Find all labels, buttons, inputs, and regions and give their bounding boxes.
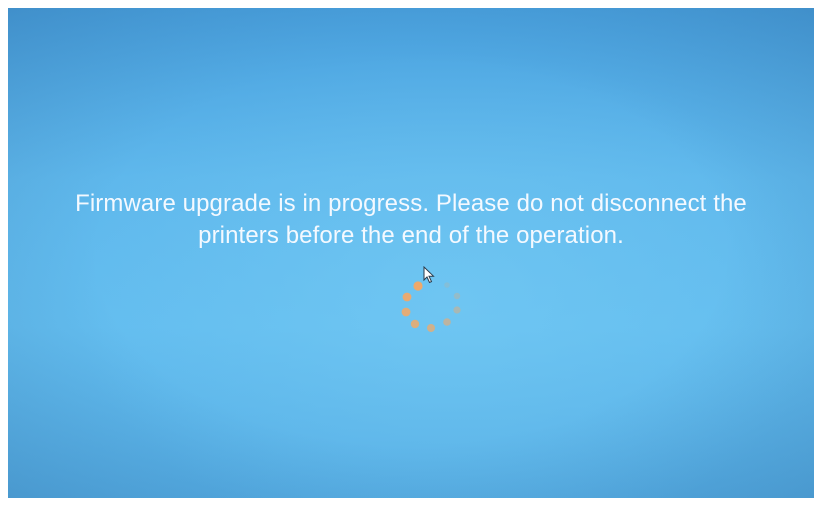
spinner-dot (413, 281, 423, 291)
status-message: Firmware upgrade is in progress. Please … (8, 188, 814, 252)
firmware-upgrade-screen: Firmware upgrade is in progress. Please … (8, 8, 814, 498)
status-message-line-2: printers before the end of the operation… (198, 222, 624, 249)
status-message-line-1: Firmware upgrade is in progress. Please … (75, 190, 747, 217)
spinner-dot (410, 319, 420, 329)
spinner-dot (401, 307, 411, 317)
spinner-dot (402, 292, 412, 302)
spinner-dot (453, 306, 461, 314)
spinner-dot (427, 324, 435, 332)
spinner-dot (444, 282, 450, 288)
spinner-dot (443, 318, 451, 326)
screen-vignette (8, 8, 814, 498)
spinner-dot (453, 292, 461, 300)
mouse-pointer-icon (423, 266, 435, 284)
